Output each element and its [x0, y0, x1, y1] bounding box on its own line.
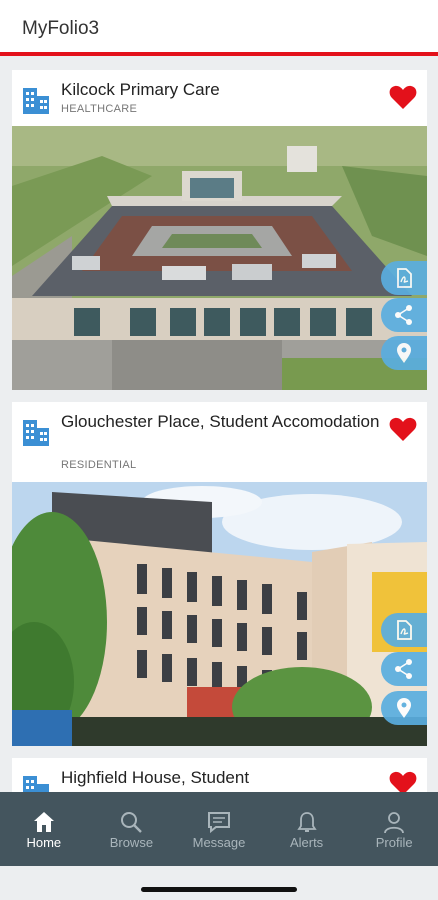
favorite-heart-icon[interactable]	[389, 416, 417, 442]
project-card[interactable]: Kilcock Primary Care HEALTHCARE	[12, 70, 427, 390]
share-icon	[395, 305, 412, 325]
project-feed[interactable]: Kilcock Primary Care HEALTHCARE Glouches…	[0, 56, 438, 792]
aerial-building-photo	[12, 126, 427, 390]
project-title: Highfield House, Student	[61, 768, 250, 787]
location-button[interactable]	[381, 336, 427, 370]
system-gesture-bar	[0, 866, 438, 900]
building-icon	[23, 88, 49, 114]
project-card-header[interactable]: Kilcock Primary Care HEALTHCARE	[12, 70, 427, 126]
project-category: HEALTHCARE	[61, 103, 138, 115]
project-card[interactable]: Glouchester Place, Student Accomodation …	[12, 402, 427, 746]
favorite-heart-icon[interactable]	[389, 84, 417, 110]
search-icon	[121, 812, 143, 833]
nav-label: Profile	[375, 835, 413, 850]
project-card-header[interactable]: Glouchester Place, Student Accomodation …	[12, 402, 427, 482]
pdf-icon	[397, 620, 412, 640]
bottom-nav: Home Browse Message Alerts Profile	[0, 792, 438, 866]
nav-browse[interactable]: Browse	[88, 792, 176, 866]
project-title: Kilcock Primary Care	[61, 80, 220, 99]
share-button[interactable]	[381, 298, 427, 332]
share-button[interactable]	[381, 652, 427, 686]
app-title: MyFolio3	[22, 18, 100, 39]
nav-profile[interactable]: Profile	[350, 792, 438, 866]
nav-message[interactable]: Message	[175, 792, 263, 866]
nav-label: Browse	[109, 835, 154, 850]
student-building-photo	[12, 482, 427, 746]
project-card[interactable]: Highfield House, Student	[12, 758, 427, 792]
nav-label: Message	[192, 835, 246, 850]
project-category: RESIDENTIAL	[61, 459, 137, 471]
message-icon	[207, 812, 230, 834]
location-pin-icon	[397, 343, 411, 363]
location-button[interactable]	[381, 691, 427, 725]
share-icon	[395, 659, 412, 679]
app-header: MyFolio3	[0, 0, 438, 56]
bell-icon	[296, 812, 317, 832]
building-icon	[23, 420, 49, 446]
home-indicator[interactable]	[141, 887, 297, 892]
nav-alerts[interactable]: Alerts	[263, 792, 351, 866]
nav-home[interactable]: Home	[0, 792, 88, 866]
pdf-icon	[397, 268, 412, 288]
location-pin-icon	[397, 698, 411, 718]
home-icon	[33, 812, 54, 832]
pdf-button[interactable]	[381, 261, 427, 295]
project-photo[interactable]	[12, 126, 427, 390]
project-photo[interactable]	[12, 482, 427, 746]
nav-label: Home	[26, 835, 62, 850]
pdf-button[interactable]	[381, 613, 427, 647]
nav-label: Alerts	[289, 835, 324, 850]
building-icon	[23, 776, 49, 792]
project-card-header[interactable]: Highfield House, Student	[12, 758, 427, 792]
favorite-heart-icon[interactable]	[389, 770, 417, 792]
profile-icon	[384, 812, 405, 834]
project-title: Glouchester Place, Student Accomodation	[61, 412, 380, 431]
